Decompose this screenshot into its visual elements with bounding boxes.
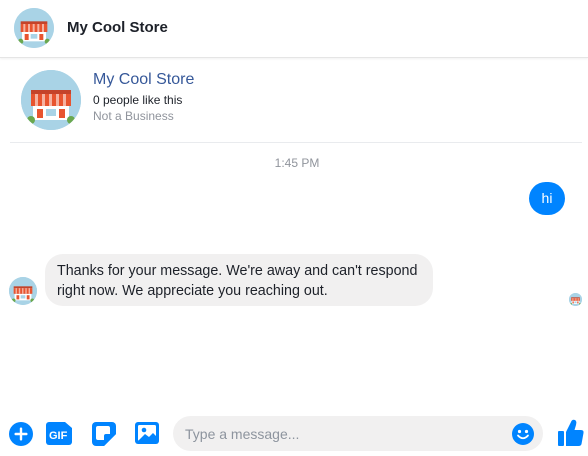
sender-avatar[interactable]: [9, 277, 37, 305]
profile-likes: 0 people like this: [93, 93, 183, 107]
message-composer: GIF: [0, 408, 588, 456]
page-avatar[interactable]: [14, 8, 54, 48]
incoming-message-bubble[interactable]: Thanks for your message. We're away and …: [45, 254, 433, 306]
storefront-icon: [21, 70, 81, 130]
profile-category: Not a Business: [93, 109, 174, 123]
sticker-icon[interactable]: [92, 422, 116, 446]
message-timestamp: 1:45 PM: [274, 156, 320, 170]
gif-icon[interactable]: GIF: [46, 422, 72, 445]
emoji-icon[interactable]: [512, 423, 534, 445]
storefront-icon: [14, 8, 54, 48]
conversation-title[interactable]: My Cool Store: [67, 19, 168, 36]
message-input[interactable]: [185, 416, 505, 451]
thumbs-up-icon[interactable]: [558, 419, 584, 447]
profile-name-link[interactable]: My Cool Store: [93, 71, 194, 89]
page-profile-card: My Cool Store 0 people like this Not a B…: [10, 59, 582, 143]
outgoing-message-bubble[interactable]: hi: [529, 182, 565, 215]
storefront-icon: [569, 293, 582, 306]
image-icon[interactable]: [135, 422, 159, 444]
svg-text:GIF: GIF: [49, 430, 68, 442]
message-input-box[interactable]: [173, 416, 543, 451]
seen-indicator-avatar: [569, 293, 582, 306]
profile-avatar[interactable]: [21, 70, 81, 130]
conversation-header: My Cool Store: [0, 0, 588, 58]
storefront-icon: [9, 277, 37, 305]
plus-circle-icon[interactable]: [9, 422, 33, 446]
